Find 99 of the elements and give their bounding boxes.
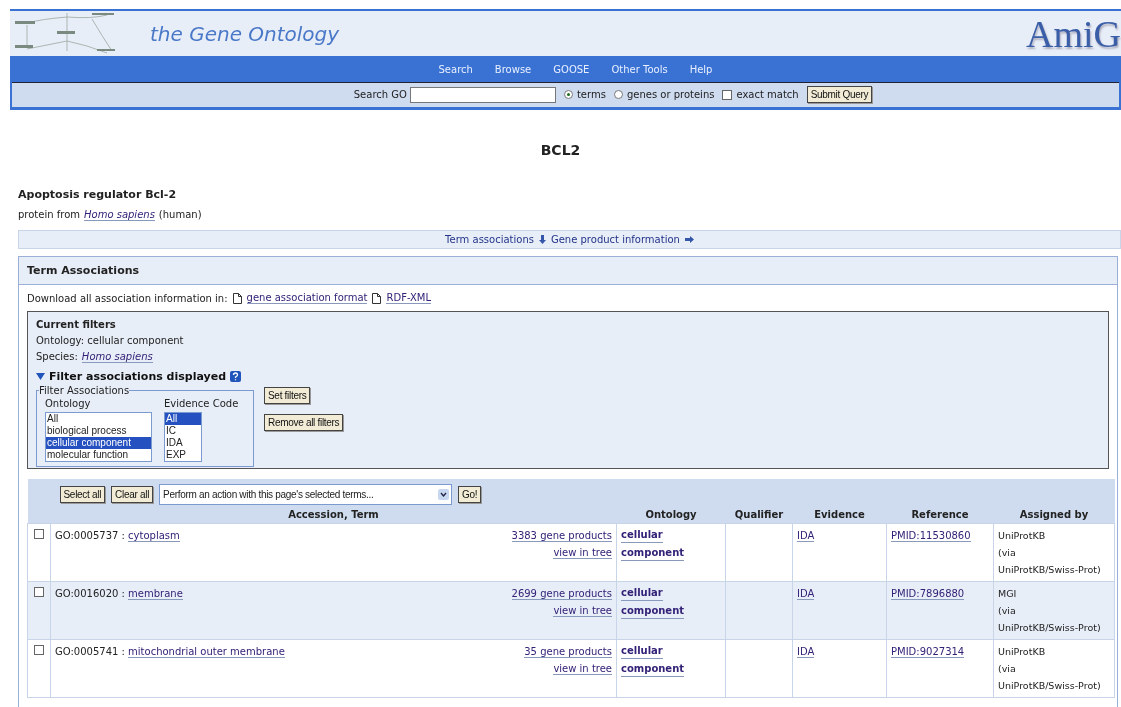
column-header: Ontology <box>616 505 726 524</box>
accession-id: GO:0005741 : <box>55 646 125 657</box>
page-title: BCL2 <box>539 142 582 158</box>
term-link[interactable]: membrane <box>128 588 183 600</box>
column-header: Qualifier <box>725 505 793 524</box>
help-icon[interactable] <box>230 371 242 382</box>
column-header: Assigned by <box>993 505 1115 524</box>
view-in-tree-link[interactable]: view in tree <box>553 605 612 617</box>
term-link[interactable]: mitochondrial outer membrane <box>128 646 285 658</box>
gene-type-text: protein from <box>18 209 80 221</box>
assigned-by-text: UniProtKB <box>998 645 1047 659</box>
ontology-link[interactable]: cellular <box>621 585 663 601</box>
list-label: Evidence Code <box>164 398 239 409</box>
section-title: Term Associations <box>19 257 1117 285</box>
ontology-link[interactable]: component <box>621 661 685 677</box>
row-checkbox[interactable] <box>34 645 44 655</box>
assigned-by-text: UniProtKB/Swiss-Prot) <box>998 679 1102 693</box>
download-link[interactable]: RDF-XML <box>386 292 432 304</box>
species-link[interactable]: Homo sapiens <box>81 351 153 363</box>
assigned-by-text: (via <box>998 662 1017 676</box>
radio-label: genes or proteins <box>626 89 715 100</box>
accession-id: GO:0005737 : <box>55 530 125 541</box>
clear-all-button[interactable]: Clear all <box>111 486 154 503</box>
list-option[interactable]: IC <box>165 425 201 437</box>
ontology-link[interactable]: cellular <box>621 527 663 543</box>
row-checkbox[interactable] <box>34 587 44 597</box>
filter-toggle-link[interactable]: Filter associations displayed <box>49 370 227 383</box>
radio-button[interactable] <box>613 90 623 99</box>
ontology-link[interactable]: component <box>621 603 685 619</box>
group-legend: Filter Associations <box>39 385 130 396</box>
list-option[interactable]: cellular component <box>46 437 151 449</box>
list-option[interactable]: All <box>46 413 151 425</box>
document-icon <box>372 292 382 304</box>
species-common-name: (human) <box>158 209 202 221</box>
jump-link[interactable]: Gene product information <box>550 234 680 245</box>
evidence-link[interactable]: IDA <box>797 646 815 658</box>
row-checkbox[interactable] <box>34 529 44 539</box>
nav-link[interactable]: Search <box>438 63 473 75</box>
filter-button[interactable]: Remove all filters <box>264 414 344 431</box>
filter-label: Species: <box>36 351 78 363</box>
view-in-tree-link[interactable]: view in tree <box>553 547 612 559</box>
view-in-tree-link[interactable]: view in tree <box>553 663 612 675</box>
list-option[interactable]: EXP <box>165 449 201 461</box>
radio-label: terms <box>576 89 606 100</box>
gene-products-link[interactable]: 2699 gene products <box>511 588 612 600</box>
assigned-by-text: UniProtKB <box>998 529 1047 543</box>
list-option[interactable]: molecular function <box>46 449 151 461</box>
term-link[interactable]: cytoplasm <box>128 530 180 542</box>
dropdown-arrow-icon <box>438 489 450 500</box>
assigned-by-text: UniProtKB/Swiss-Prot) <box>998 563 1102 577</box>
list-label: Ontology <box>45 398 92 409</box>
evidence-listbox[interactable]: All IC IDA EXP <box>164 412 202 462</box>
checkbox-label: exact match <box>736 89 799 100</box>
brand-logo[interactable]: AmiG <box>1026 11 1121 56</box>
filter-button[interactable]: Set filters <box>264 387 311 404</box>
assigned-by-text: MGI <box>998 587 1018 601</box>
assigned-by-text: (via <box>998 604 1017 618</box>
submit-button[interactable]: Submit Query <box>806 86 873 103</box>
search-field[interactable] <box>409 86 556 103</box>
column-header: Evidence <box>792 505 887 524</box>
action-dropdown[interactable]: Perform an action with this page's selected terms... <box>159 484 453 505</box>
filter-text: Ontology: cellular component <box>36 335 185 346</box>
ontology-link[interactable]: component <box>621 545 685 561</box>
nav-link[interactable]: Other Tools <box>611 63 668 75</box>
reference-link[interactable]: PMID:7896880 <box>891 588 965 600</box>
evidence-link[interactable]: IDA <box>797 588 815 600</box>
list-option[interactable]: All <box>165 413 201 425</box>
species-link[interactable]: Homo sapiens <box>84 209 155 221</box>
assigned-by-text: (via <box>998 546 1017 560</box>
go-button[interactable]: Go! <box>458 486 482 503</box>
list-option[interactable]: IDA <box>165 437 201 449</box>
site-logo-text[interactable]: the Gene Ontology <box>150 21 340 46</box>
down-arrow-icon <box>538 235 546 244</box>
checkbox[interactable] <box>722 89 733 100</box>
column-header: Reference <box>886 505 994 524</box>
evidence-link[interactable]: IDA <box>797 530 815 542</box>
assigned-by-text: UniProtKB/Swiss-Prot) <box>998 621 1102 635</box>
nav-link[interactable]: Browse <box>494 63 532 75</box>
reference-link[interactable]: PMID:11530860 <box>891 530 971 542</box>
gene-products-link[interactable]: 35 gene products <box>524 646 612 658</box>
download-label: Download all association information in: <box>27 292 228 304</box>
search-label: Search GO <box>353 89 407 100</box>
ontology-listbox[interactable]: All biological process cellular component molecular function <box>45 412 152 462</box>
radio-button[interactable] <box>563 90 573 99</box>
right-arrow-icon <box>684 236 694 243</box>
select-all-button[interactable]: Select all <box>59 486 106 503</box>
nav-link[interactable]: Help <box>689 63 713 75</box>
jump-link[interactable]: Term associations <box>445 234 534 245</box>
reference-link[interactable]: PMID:9027314 <box>891 646 965 658</box>
filters-title: Current filters <box>36 319 117 330</box>
accession-id: GO:0016020 : <box>55 588 125 599</box>
nav-link[interactable]: GOOSE <box>553 63 590 75</box>
gene-name: Apoptosis regulator Bcl-2 <box>18 188 178 201</box>
column-header: Accession, Term <box>50 505 617 524</box>
list-option[interactable]: biological process <box>46 425 151 437</box>
ontology-link[interactable]: cellular <box>621 643 663 659</box>
document-icon <box>232 292 242 304</box>
download-link[interactable]: gene association format <box>246 292 368 304</box>
gene-products-link[interactable]: 3383 gene products <box>511 530 612 542</box>
